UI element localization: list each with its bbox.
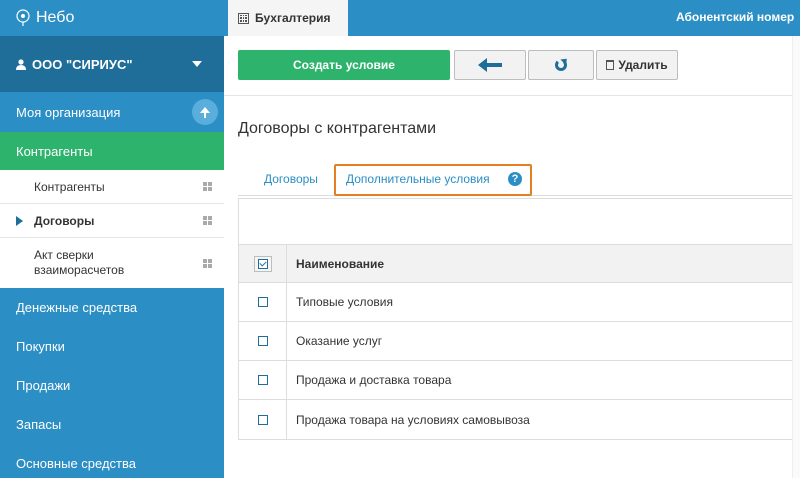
logo-icon [16,9,30,26]
row-checkbox[interactable] [257,375,268,385]
subscriber-number: Абонентский номер [676,10,795,24]
refresh-button[interactable] [528,50,594,80]
create-condition-button[interactable]: Создать условие [238,50,450,80]
page-title: Договоры с контрагентами [238,120,437,137]
sidebar-subitem-label: Акт сверки взаиморасчетов [34,248,125,277]
organization-selector[interactable]: ООО "СИРИУС" [0,36,224,92]
content-tabs: Договоры Дополнительные условия ? [238,164,800,196]
conditions-table: Наименование Типовые условия Оказание ус… [238,198,800,440]
select-all-cell [239,245,287,282]
table-row[interactable]: Оказание услуг [239,322,800,361]
pointer-icon [16,215,23,226]
sidebar-item-label: Контрагенты [16,143,93,159]
organization-name: ООО "СИРИУС" [32,56,133,72]
sidebar: Небо ООО "СИРИУС" Моя организация Контра… [0,0,224,478]
row-name: Типовые условия [296,295,393,309]
sidebar-item-purchases[interactable]: Покупки [0,327,224,366]
row-name: Оказание услуг [296,334,383,348]
top-bar: Бухгалтерия Абонентский номер [224,0,800,36]
sidebar-subitem-counterparties[interactable]: Контрагенты [0,170,224,204]
sidebar-item-label: Денежные средства [16,300,138,315]
grid-icon[interactable] [203,216,212,225]
back-button[interactable] [454,50,526,80]
scrollbar[interactable] [792,36,800,478]
chevron-down-icon[interactable] [192,61,202,67]
row-checkbox[interactable] [257,297,268,307]
table-row[interactable]: Продажа товара на условиях самовывоза [239,400,800,439]
sidebar-subitem-label: Договоры [34,213,95,228]
tab-additional-conditions[interactable]: Дополнительные условия [346,172,490,186]
sidebar-subitem-contracts[interactable]: Договоры [0,204,224,238]
row-checkbox[interactable] [257,414,268,425]
row-check-cell [239,322,287,360]
sidebar-bottom-nav: Денежные средства Покупки Продажи Запасы… [0,288,224,478]
sidebar-item-label: Продажи [16,378,71,393]
sidebar-item-my-organization[interactable]: Моя организация [0,92,224,132]
delete-label: Удалить [618,58,668,72]
table-header: Наименование [239,245,800,283]
row-name: Продажа товара на условиях самовывоза [296,412,530,427]
delete-button[interactable]: Удалить [596,50,678,80]
sidebar-item-inventory[interactable]: Запасы [0,405,224,444]
table-row[interactable]: Типовые условия [239,283,800,322]
tab-contracts[interactable]: Договоры [264,172,318,186]
main-content: Создать условие Удалить Договоры с контр… [224,36,800,478]
tab-label: Бухгалтерия [255,11,331,25]
sidebar-item-fixed-assets[interactable]: Основные средства [0,444,224,478]
table-row[interactable]: Продажа и доставка товара [239,361,800,400]
grid-icon[interactable] [203,182,212,191]
sidebar-item-label: Покупки [16,339,65,354]
sidebar-item-cash[interactable]: Денежные средства [0,288,224,327]
sidebar-item-label: Основные средства [16,456,136,471]
tab-accounting[interactable]: Бухгалтерия [228,0,348,36]
sidebar-item-counterparties[interactable]: Контрагенты [0,132,224,170]
refresh-icon [555,59,567,71]
sidebar-item-label: Запасы [16,417,62,432]
trash-icon [606,60,615,70]
help-icon[interactable]: ? [508,172,522,186]
app-logo[interactable]: Небо [0,0,224,36]
arrow-up-icon[interactable] [192,99,218,125]
column-header-name[interactable]: Наименование [287,257,384,271]
row-check-cell [239,283,287,321]
sidebar-item-sales[interactable]: Продажи [0,366,224,405]
sidebar-subnav: Контрагенты Договоры Акт сверки взаимора… [0,170,224,288]
row-check-cell [239,361,287,399]
row-check-cell [239,400,287,439]
sidebar-subitem-reconciliation[interactable]: Акт сверки взаиморасчетов [0,238,224,288]
row-name: Продажа и доставка товара [296,373,452,387]
row-checkbox[interactable] [257,336,268,346]
grid-icon[interactable] [203,258,212,268]
sidebar-subitem-label: Контрагенты [34,179,105,194]
app-title: Небо [36,9,75,26]
toolbar: Создать условие Удалить [224,36,800,96]
user-icon [16,58,26,70]
arrow-left-icon [478,58,502,72]
select-all-checkbox[interactable] [253,255,272,272]
table-filter-area [239,199,800,245]
sidebar-item-label: Моя организация [16,104,121,120]
calculator-icon [238,12,249,24]
